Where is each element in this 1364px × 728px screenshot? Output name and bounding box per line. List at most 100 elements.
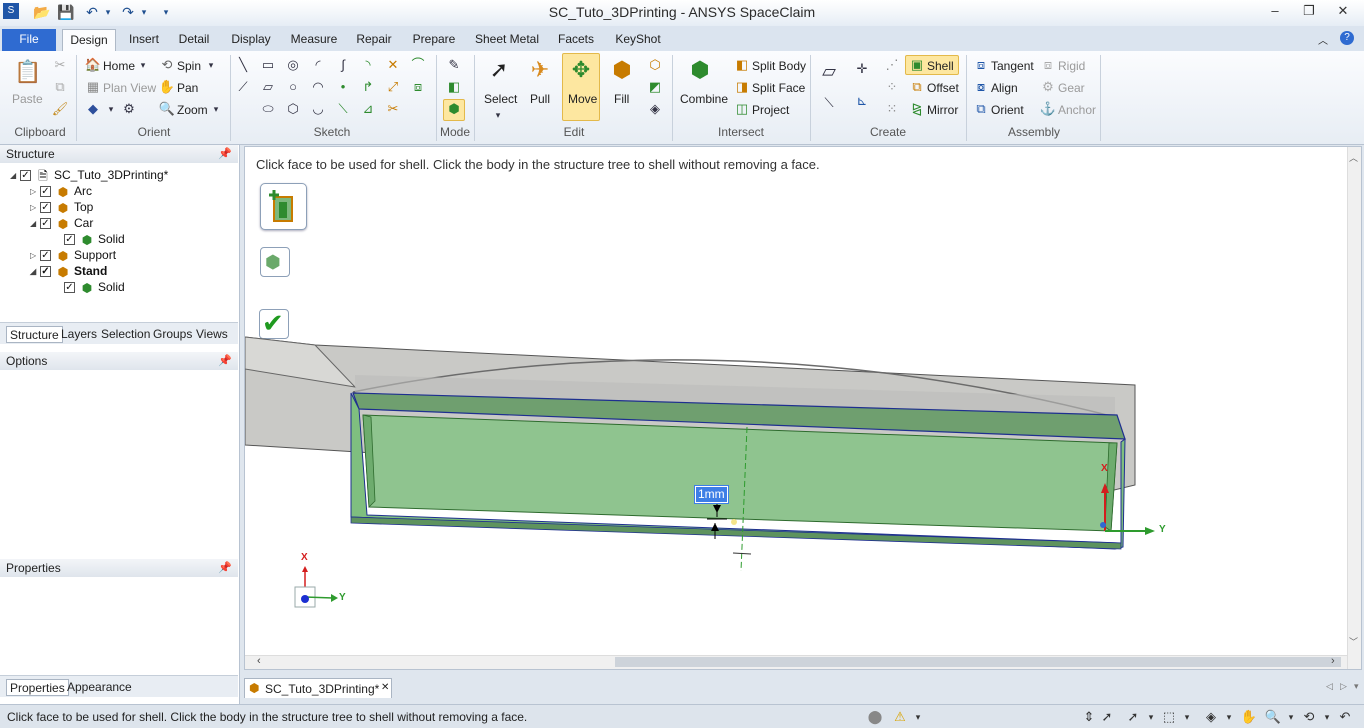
corner-icon[interactable]: ⊿ [359, 101, 377, 119]
stop-icon[interactable]: ⬤ [866, 708, 884, 726]
move-button[interactable]: Move [568, 91, 597, 107]
pin-icon[interactable]: 📌 [218, 352, 232, 370]
format-painter-icon[interactable]: 🖌 [51, 101, 69, 119]
trim-icon[interactable]: ✕ [384, 57, 402, 75]
gear-button[interactable]: Gear [1058, 80, 1085, 96]
close-button[interactable]: ✕ [1330, 2, 1356, 20]
plan-view-icon[interactable]: ▦ [84, 79, 102, 97]
circular-pattern-icon[interactable]: ⁘ [883, 79, 901, 97]
previous-view-icon[interactable]: ↶ [1336, 708, 1354, 726]
select-icon[interactable]: ➚ [483, 55, 515, 85]
collapse-icon[interactable]: ◢ [30, 216, 40, 232]
restore-button[interactable]: ❐ [1296, 2, 1322, 20]
origin-icon[interactable]: ⊾ [853, 93, 871, 111]
scroll-up-icon[interactable]: ︿ [1349, 151, 1358, 164]
tab-appearance[interactable]: Appearance [64, 679, 135, 696]
tab-layers[interactable]: Layers [58, 326, 100, 343]
visibility-checkbox[interactable]: ✓ [20, 170, 31, 182]
warning-dropdown-icon[interactable]: ▾ [909, 708, 927, 726]
spin-dropdown-icon[interactable]: ▾ [202, 57, 220, 75]
document-tab-close-icon[interactable]: ✕ [381, 682, 389, 693]
move-icon[interactable]: ✥ [565, 55, 597, 85]
bend-icon[interactable]: ⌒ [409, 57, 427, 75]
box-select-icon[interactable]: ⬚ [1160, 708, 1178, 726]
collapse-icon[interactable]: ◢ [10, 168, 20, 184]
pull-icon[interactable]: ✈ [524, 55, 556, 85]
tree-item-stand-solid[interactable]: ✓ ⬢ Solid [54, 279, 125, 295]
shell-icon[interactable]: ▣ [908, 57, 926, 75]
combine-icon[interactable]: ⬢ [684, 55, 716, 85]
visibility-checkbox[interactable]: ✓ [40, 266, 51, 278]
construction-line-icon[interactable]: ⟍ [334, 101, 352, 119]
select-cursor-icon[interactable]: ➚ [1124, 708, 1142, 726]
blend-icon[interactable]: ⬡ [646, 57, 664, 75]
spline-icon[interactable]: ∫ [334, 57, 352, 75]
expand-icon[interactable]: ▷ [30, 200, 40, 216]
pan-button[interactable]: Pan [177, 80, 198, 96]
scroll-thumb[interactable] [615, 657, 1341, 667]
rectangle-icon[interactable]: ▭ [259, 57, 277, 75]
tree-root[interactable]: ◢ ✓ 🗎 SC_Tuto_3DPrinting* [10, 167, 168, 183]
spin-button[interactable]: Spin [177, 58, 201, 74]
visibility-checkbox[interactable]: ✓ [64, 234, 75, 246]
tab-insert[interactable]: Insert [122, 29, 166, 51]
tab-keyshot[interactable]: KeyShot [610, 29, 666, 51]
zoom-status-dropdown-icon[interactable]: ▾ [1282, 708, 1300, 726]
zoom-dropdown-icon[interactable]: ▾ [207, 101, 225, 119]
rigid-button[interactable]: Rigid [1058, 58, 1085, 74]
model-canvas[interactable] [245, 147, 1361, 669]
pick-cursor-icon[interactable]: ⇕ [1080, 708, 1098, 726]
vertical-scrollbar[interactable] [1347, 147, 1361, 669]
split-face-button[interactable]: Split Face [752, 80, 805, 96]
three-point-circle-icon[interactable]: ○ [284, 79, 302, 97]
ellipse-icon[interactable]: ⬭ [259, 101, 277, 119]
project-button[interactable]: Project [752, 102, 789, 118]
warning-icon[interactable]: ⚠ [891, 708, 909, 726]
anchor-button[interactable]: Anchor [1058, 102, 1096, 118]
offset-icon[interactable]: ⧉ [908, 79, 926, 97]
visibility-checkbox[interactable]: ✓ [64, 282, 75, 294]
scroll-down-icon[interactable]: ﹀ [1349, 635, 1358, 648]
extend-icon[interactable]: ⤢ [384, 79, 402, 97]
shell-button[interactable]: Shell [927, 58, 954, 74]
plan-view-button[interactable]: Plan View [103, 80, 156, 96]
sketch-mode-icon[interactable]: ✎ [445, 57, 463, 75]
zoom-status-icon[interactable]: 🔍 [1264, 708, 1282, 726]
tree-item-top[interactable]: ▷ ✓ ⬢ Top [30, 199, 93, 215]
tab-detail[interactable]: Detail [172, 29, 216, 51]
pin-icon[interactable]: 📌 [218, 559, 232, 577]
anchor-icon[interactable]: ⚓ [1039, 101, 1057, 119]
design-viewport[interactable]: Click face to be used for shell. Click t… [244, 146, 1362, 670]
gear-icon[interactable]: ⚙ [1039, 79, 1057, 97]
mirror-button[interactable]: Mirror [927, 102, 958, 118]
tree-item-stand[interactable]: ◢ ✓ ⬢ Stand [30, 263, 107, 279]
scroll-left-icon[interactable]: ‹ [257, 655, 261, 667]
tab-design[interactable]: Design [62, 29, 116, 51]
tree-item-car[interactable]: ◢ ✓ ⬢ Car [30, 215, 93, 231]
orient-icon[interactable]: ⧉ [972, 101, 990, 119]
home-button[interactable]: Home [103, 58, 135, 74]
tangent-button[interactable]: Tangent [991, 58, 1034, 74]
tab-views[interactable]: Views [193, 326, 231, 343]
tab-properties[interactable]: Properties [6, 679, 69, 696]
split-body-icon[interactable]: ◧ [733, 57, 751, 75]
section-mode-icon[interactable]: ◧ [445, 79, 463, 97]
select-dropdown-icon[interactable]: ▾ [1142, 708, 1160, 726]
visibility-checkbox[interactable]: ✓ [40, 250, 51, 262]
line-icon[interactable]: ╲ [234, 57, 252, 75]
tangent-icon[interactable]: ⧈ [972, 57, 990, 75]
fill-button[interactable]: Fill [614, 91, 629, 107]
view-cube-icon[interactable]: ◆ [84, 101, 102, 119]
collapse-icon[interactable]: ◢ [30, 264, 40, 280]
mirror-icon[interactable]: ⧎ [908, 101, 926, 119]
help-icon[interactable]: ? [1340, 31, 1354, 45]
align-button[interactable]: Align [991, 80, 1018, 96]
thickness-dimension-label[interactable]: 1mm [694, 485, 729, 504]
cut-icon[interactable]: ✂ [51, 57, 69, 75]
polygon-icon[interactable]: ⬡ [284, 101, 302, 119]
fill-icon[interactable]: ⬢ [606, 55, 638, 85]
tab-structure[interactable]: Structure [6, 326, 63, 343]
orient-button[interactable]: Orient [991, 102, 1024, 118]
split-curve-icon[interactable]: ✂ [384, 101, 402, 119]
tab-scroll-right-icon[interactable]: ▷ [1340, 681, 1347, 692]
